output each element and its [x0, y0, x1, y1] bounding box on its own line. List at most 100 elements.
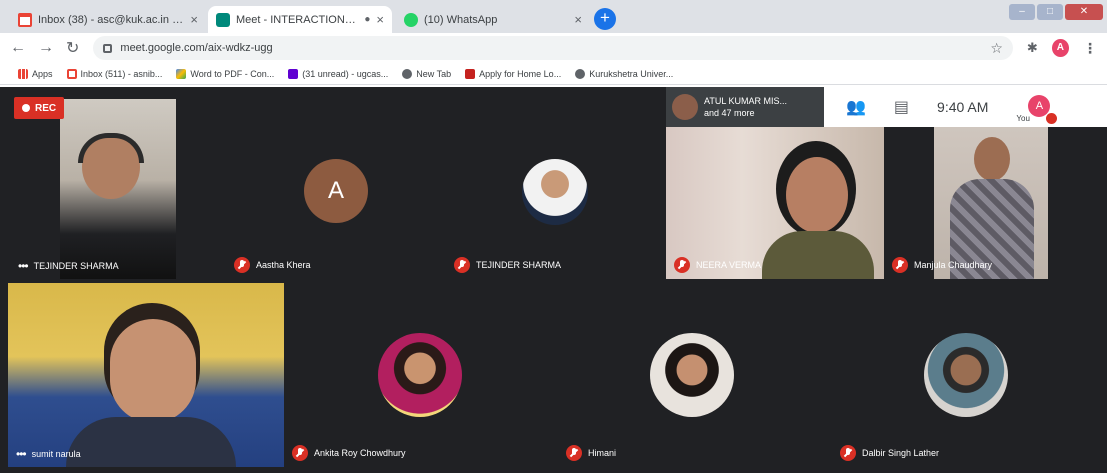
- profile-avatar[interactable]: A: [1051, 39, 1069, 57]
- participant-name: TEJINDER SHARMA: [33, 261, 119, 271]
- mail-icon: [288, 68, 299, 79]
- mic-off-icon: [1046, 113, 1058, 124]
- participant-tile[interactable]: Ankita Roy Chowdhury: [284, 283, 558, 467]
- tab-strip: Inbox (38) - asc@kuk.ac.in - Kuru × Meet…: [0, 0, 1107, 33]
- participant-label: ••• sumit narula: [16, 447, 81, 461]
- presenter-chip[interactable]: ATUL KUMAR MIS... and 47 more: [666, 87, 824, 127]
- participant-name: Himani: [588, 448, 617, 458]
- bookmark-apps[interactable]: Apps: [18, 68, 53, 79]
- participant-video: [8, 283, 284, 467]
- bookmark-label: New Tab: [416, 68, 452, 79]
- recording-indicator-icon: ●: [364, 14, 371, 25]
- self-label: You: [1016, 114, 1030, 123]
- participant-name: NEERA VERMA: [696, 260, 762, 270]
- bookmark-label: Apps: [32, 68, 53, 79]
- more-options-icon[interactable]: •••: [16, 447, 27, 461]
- participant-name: sumit narula: [31, 449, 81, 459]
- menu-icon[interactable]: ⋮: [1083, 40, 1097, 57]
- profile-photo: [650, 333, 734, 417]
- address-bar[interactable]: meet.google.com/aix-wdkz-ugg ☆: [93, 36, 1013, 60]
- meet-icon: [216, 12, 230, 27]
- recording-label: REC: [35, 102, 57, 114]
- bookmark-home-loan[interactable]: Apply for Home Lo...: [465, 68, 561, 79]
- participant-name: Ankita Roy Chowdhury: [314, 448, 406, 458]
- participant-video: [60, 99, 176, 279]
- reload-icon[interactable]: ↻: [66, 38, 79, 58]
- participant-tile[interactable]: TEJINDER SHARMA: [446, 99, 666, 279]
- participant-tile[interactable]: A Aastha Khera: [226, 99, 446, 279]
- meet-top-bar: ATUL KUMAR MIS... and 47 more 👥 ▤ 9:40 A…: [666, 87, 1107, 127]
- mic-off-icon: [566, 445, 582, 461]
- gmail-icon: [18, 12, 32, 27]
- maximize-button[interactable]: □: [1037, 4, 1063, 20]
- participant-label: ••• TEJINDER SHARMA: [18, 259, 119, 273]
- globe-icon: [575, 68, 586, 79]
- profile-photo: [924, 333, 1008, 417]
- topbar-actions: 👥 ▤ 9:40 AM A You: [824, 87, 1058, 127]
- star-icon[interactable]: ☆: [990, 40, 1003, 57]
- globe-icon: [402, 68, 413, 79]
- bookmark-kurukshetra[interactable]: Kurukshetra Univer...: [575, 68, 674, 79]
- bookmark-word-to-pdf[interactable]: Word to PDF - Con...: [176, 68, 275, 79]
- participant-tile[interactable]: ••• TEJINDER SHARMA: [10, 99, 176, 279]
- bookmark-new-tab[interactable]: New Tab: [402, 68, 452, 79]
- mic-off-icon: [892, 257, 908, 273]
- presenter-text: ATUL KUMAR MIS... and 47 more: [704, 95, 787, 119]
- participant-tile[interactable]: Dalbir Singh Lather: [832, 283, 1107, 467]
- new-tab-button[interactable]: +: [594, 8, 616, 30]
- forward-icon[interactable]: →: [38, 39, 54, 57]
- tab-meet[interactable]: Meet - INTERACTION PROG ● ×: [208, 6, 392, 33]
- close-icon[interactable]: ×: [190, 12, 198, 27]
- shirt-shape: [66, 417, 236, 467]
- minimize-button[interactable]: –: [1009, 4, 1035, 20]
- extensions-icon[interactable]: ✱: [1027, 40, 1038, 56]
- lock-icon: [103, 43, 113, 53]
- profile-photo: [378, 333, 462, 417]
- record-dot-icon: [22, 104, 30, 112]
- more-options-icon[interactable]: •••: [18, 259, 29, 273]
- chat-icon[interactable]: ▤: [894, 97, 909, 117]
- bookmark-label: Kurukshetra Univer...: [589, 68, 674, 79]
- close-icon[interactable]: ×: [376, 12, 384, 27]
- meet-stage: ••• TEJINDER SHARMA A Aastha Khera TEJIN…: [0, 87, 1107, 473]
- participant-name: Manjula Chaudhary: [914, 260, 993, 270]
- participant-label: Manjula Chaudhary: [892, 257, 992, 273]
- face-shape: [786, 157, 848, 233]
- self-view[interactable]: A You: [1016, 87, 1058, 127]
- recording-badge: REC: [14, 97, 65, 119]
- participant-label: NEERA VERMA: [674, 257, 761, 273]
- letter-avatar: A: [304, 159, 368, 223]
- mic-off-icon: [840, 445, 856, 461]
- shirt-shape: [762, 231, 874, 279]
- tab-gmail[interactable]: Inbox (38) - asc@kuk.ac.in - Kuru ×: [10, 6, 206, 33]
- bookmark-label: Inbox (511) - asnib...: [80, 68, 163, 79]
- participant-count: and 47 more: [704, 108, 755, 118]
- apps-grid-icon: [18, 68, 28, 79]
- bookmark-label: Word to PDF - Con...: [190, 68, 275, 79]
- participant-label: Aastha Khera: [234, 257, 311, 273]
- tab-whatsapp[interactable]: (10) WhatsApp ×: [396, 6, 590, 33]
- bookmarks-bar: Apps Inbox (511) - asnib... Word to PDF …: [0, 63, 1107, 85]
- profile-photo: [522, 159, 588, 225]
- back-icon[interactable]: ←: [10, 39, 26, 57]
- participant-tile[interactable]: NEERA VERMA: [666, 127, 884, 279]
- mic-off-icon: [674, 257, 690, 273]
- presenter-avatar: [672, 94, 698, 120]
- people-icon[interactable]: 👥: [846, 97, 866, 117]
- bookmark-inbox[interactable]: Inbox (511) - asnib...: [66, 68, 163, 79]
- face-shape: [974, 137, 1010, 181]
- participant-tile[interactable]: Manjula Chaudhary: [884, 127, 1107, 279]
- bookmark-yahoo-mail[interactable]: (31 unread) - ugcas...: [288, 68, 388, 79]
- url-text: meet.google.com/aix-wdkz-ugg: [120, 42, 273, 54]
- participant-tile[interactable]: Himani: [558, 283, 832, 467]
- browser-toolbar: ← → ↻ meet.google.com/aix-wdkz-ugg ☆ ✱ A…: [0, 33, 1107, 63]
- mic-off-icon: [292, 445, 308, 461]
- bank-icon: [465, 68, 476, 79]
- close-icon[interactable]: ×: [574, 12, 582, 27]
- participant-tile[interactable]: ••• sumit narula: [8, 283, 284, 467]
- tab-title: (10) WhatsApp: [424, 13, 498, 26]
- participant-label: Dalbir Singh Lather: [840, 445, 939, 461]
- close-window-button[interactable]: ✕: [1065, 4, 1103, 20]
- window-controls: – □ ✕: [1009, 4, 1103, 24]
- participant-label: TEJINDER SHARMA: [454, 257, 561, 273]
